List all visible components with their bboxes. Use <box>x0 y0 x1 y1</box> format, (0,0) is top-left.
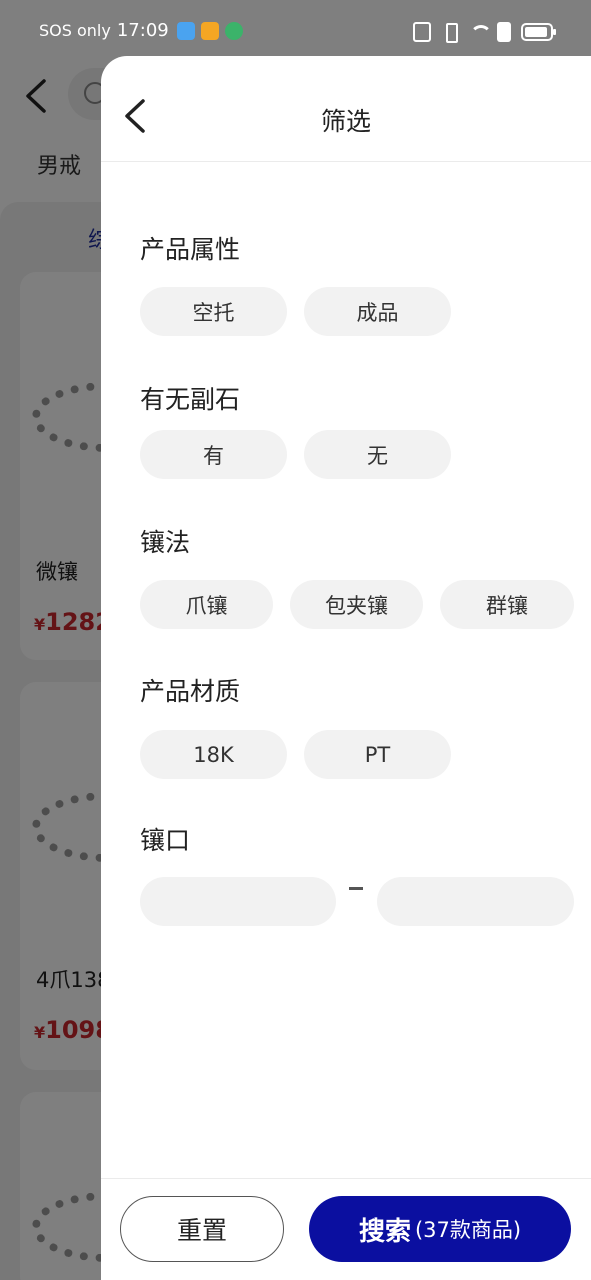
section-title-setting-size: 镶口 <box>140 826 191 855</box>
filter-drawer: 筛选 产品属性 空托 成品 有无副石 有 无 镶法 爪镶 包夹镶 群镶 产品材质… <box>101 56 591 1280</box>
vibrate-icon <box>441 22 459 43</box>
section-title-side-stone: 有无副石 <box>140 385 241 414</box>
drawer-header: 筛选 <box>101 56 591 162</box>
range-separator <box>349 887 363 890</box>
option-chip[interactable]: PT <box>304 730 451 779</box>
option-chip[interactable]: 无 <box>304 430 451 479</box>
option-chip[interactable]: 空托 <box>140 287 287 336</box>
app-notification-icon <box>176 21 195 40</box>
drawer-footer: 重置 搜索 (37款商品) <box>101 1178 591 1280</box>
option-chip[interactable]: 有 <box>140 430 287 479</box>
option-chip[interactable]: 成品 <box>304 287 451 336</box>
section-title-material: 产品材质 <box>140 677 241 706</box>
status-bar: SOS only 17:09 <box>0 0 591 64</box>
section-title-product-attribute: 产品属性 <box>140 235 241 264</box>
option-chip[interactable]: 包夹镶 <box>290 580 423 629</box>
nfc-icon <box>413 22 431 42</box>
option-chip[interactable]: 爪镶 <box>140 580 273 629</box>
battery-icon <box>521 23 556 41</box>
option-chip[interactable]: 群镶 <box>440 580 574 629</box>
range-max-input[interactable] <box>377 877 574 926</box>
section-title-setting-method: 镶法 <box>140 528 191 557</box>
clock: 17:09 <box>116 20 169 41</box>
search-button[interactable]: 搜索 (37款商品) <box>309 1196 571 1262</box>
wifi-icon <box>469 22 492 42</box>
drawer-title: 筛选 <box>320 107 371 136</box>
result-count: (37款商品) <box>414 1218 522 1242</box>
search-button-label: 搜索 <box>358 1216 411 1247</box>
carrier-text: SOS only <box>39 21 111 40</box>
alert-icon <box>497 22 511 42</box>
app-notification-icon <box>200 21 219 40</box>
reset-button[interactable]: 重置 <box>120 1196 284 1262</box>
range-min-input[interactable] <box>140 877 336 926</box>
option-chip[interactable]: 18K <box>140 730 287 779</box>
app-notification-icon <box>224 21 243 40</box>
